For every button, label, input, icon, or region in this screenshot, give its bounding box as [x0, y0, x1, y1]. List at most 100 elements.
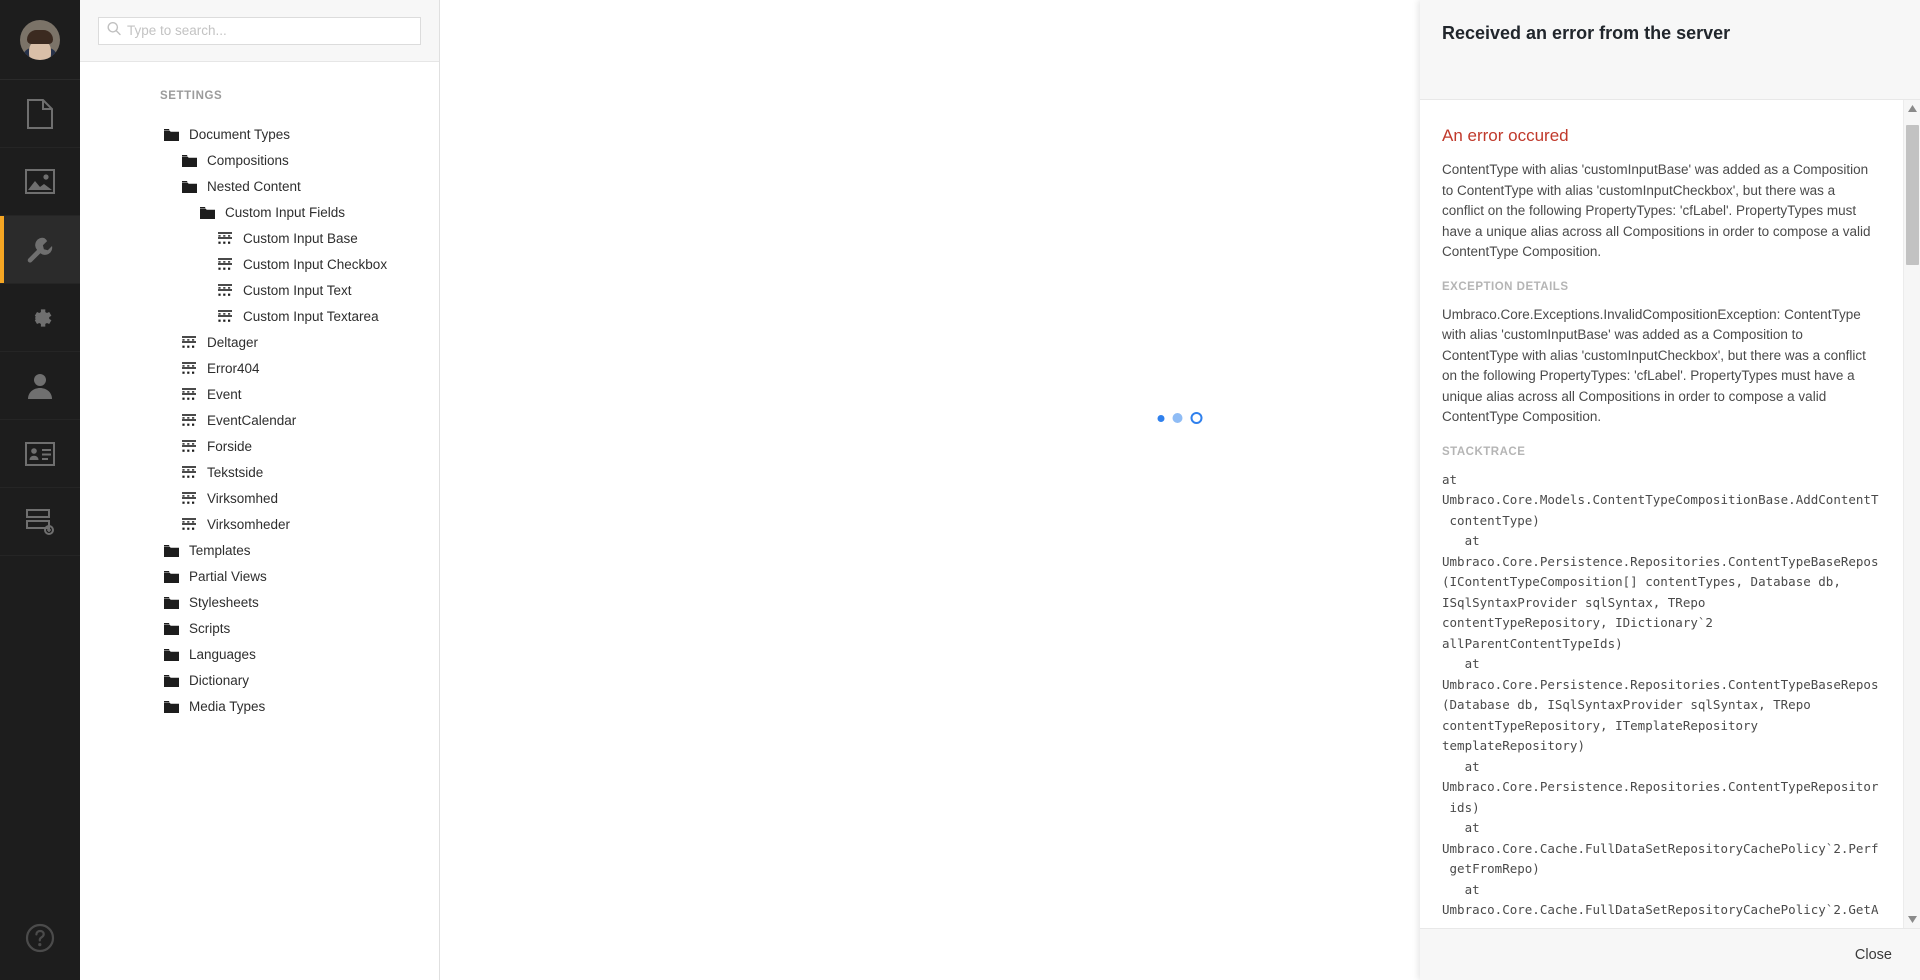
- tree-item[interactable]: Virksomhed: [80, 486, 439, 512]
- folder-icon: [162, 672, 180, 690]
- tree-item[interactable]: Custom Input Checkbox: [80, 252, 439, 278]
- tree-item[interactable]: Stylesheets: [80, 590, 439, 616]
- avatar[interactable]: [20, 19, 60, 60]
- tree-item-label: Partial Views: [189, 569, 267, 585]
- folder-icon: [180, 178, 198, 196]
- sidebar-item-users[interactable]: [0, 352, 80, 420]
- scrollbar-thumb[interactable]: [1905, 125, 1919, 265]
- exception-details-label: EXCEPTION DETAILS: [1442, 280, 1569, 293]
- wrench-icon: [25, 235, 55, 265]
- doctype-icon: [180, 464, 198, 482]
- tree-item-label: Virksomheder: [207, 517, 291, 533]
- help-button[interactable]: [0, 900, 80, 980]
- tree-item-label: Event: [207, 387, 242, 403]
- tree-item[interactable]: Custom Input Base: [80, 226, 439, 252]
- user-icon: [27, 372, 53, 400]
- folder-icon: [162, 646, 180, 664]
- umbraco-backoffice: SETTINGS Document Types Compositions Neste…: [0, 0, 1920, 980]
- doctype-icon: [180, 412, 198, 430]
- tree-item[interactable]: Scripts: [80, 616, 439, 642]
- sidebar-item-media[interactable]: [0, 148, 80, 216]
- stacktrace-text: at Umbraco.Core.Models.ContentTypeCompos…: [1442, 471, 1879, 918]
- scroll-down-arrow-icon[interactable]: [1904, 911, 1920, 928]
- spinner-dot-3: [1190, 412, 1203, 424]
- tree-item[interactable]: Templates: [80, 538, 439, 564]
- folder-icon: [180, 152, 198, 170]
- settings-sidebar: SETTINGS Document Types Compositions Neste…: [80, 0, 440, 980]
- doctype-icon: [216, 230, 234, 248]
- doctype-icon: [216, 282, 234, 300]
- tree-item[interactable]: Partial Views: [80, 564, 439, 590]
- tree-item-label: Templates: [189, 543, 251, 559]
- gear-icon: [26, 304, 54, 332]
- tree-item[interactable]: Dictionary: [80, 668, 439, 694]
- tree-item[interactable]: Deltager: [80, 330, 439, 356]
- tree-item-label: Virksomhed: [207, 491, 279, 507]
- sidebar-item-settings[interactable]: [0, 216, 80, 284]
- sidebar-item-members[interactable]: [0, 420, 80, 488]
- help-icon: [25, 923, 55, 958]
- tree-item[interactable]: Media Types: [80, 694, 439, 720]
- tree-item-label: Dictionary: [189, 673, 250, 689]
- forms-icon: [25, 508, 55, 535]
- dialog-scrollbar[interactable]: [1903, 100, 1920, 928]
- tree-item-label: Scripts: [189, 621, 231, 637]
- error-dialog-footer: Close: [1420, 928, 1920, 980]
- tree-item-label: Compositions: [207, 153, 289, 169]
- search-box[interactable]: [98, 16, 421, 45]
- sidebar-item-developer[interactable]: [0, 284, 80, 352]
- close-button[interactable]: Close: [1851, 941, 1896, 969]
- tree-item-label: EventCalendar: [207, 413, 297, 429]
- tree-item-label: Nested Content: [207, 179, 301, 195]
- image-icon: [25, 169, 55, 194]
- tree-item[interactable]: Document Types: [80, 122, 439, 148]
- folder-icon: [198, 204, 216, 222]
- tree-item[interactable]: EventCalendar: [80, 408, 439, 434]
- tree-item[interactable]: Nested Content: [80, 174, 439, 200]
- folder-icon: [162, 542, 180, 560]
- tree-item[interactable]: Virksomheder: [80, 512, 439, 538]
- avatar-hair: [27, 29, 53, 44]
- tree-item-label: Deltager: [207, 335, 259, 351]
- tree-item-label: Languages: [189, 647, 256, 663]
- tree-item[interactable]: Languages: [80, 642, 439, 668]
- tree-item-label: Custom Input Fields: [225, 205, 346, 221]
- sidebar-item-content[interactable]: [0, 80, 80, 148]
- document-icon: [27, 98, 53, 129]
- doctype-icon: [180, 490, 198, 508]
- spinner-dot-1: [1157, 414, 1165, 422]
- avatar-cell[interactable]: [0, 0, 80, 80]
- tree-item[interactable]: Forside: [80, 434, 439, 460]
- folder-icon: [162, 594, 180, 612]
- tree-item-label: Custom Input Checkbox: [243, 257, 388, 273]
- tree-item-label: Error404: [207, 361, 260, 377]
- error-dialog-body: An error occured ContentType with alias …: [1420, 100, 1920, 928]
- error-dialog: Received an error from the server An err…: [1420, 0, 1920, 980]
- folder-icon: [162, 620, 180, 638]
- tree-item-label: Custom Input Text: [243, 283, 352, 299]
- tree-item[interactable]: Compositions: [80, 148, 439, 174]
- tree-item[interactable]: Event: [80, 382, 439, 408]
- error-dialog-header: Received an error from the server: [1420, 0, 1920, 100]
- search-input[interactable]: [99, 17, 420, 44]
- doctype-icon: [216, 308, 234, 326]
- spinner-dot-2: [1172, 413, 1183, 423]
- rail-spacer: [0, 556, 80, 900]
- error-heading: An error occured: [1442, 126, 1569, 145]
- doctype-icon: [180, 386, 198, 404]
- doctype-icon: [180, 438, 198, 456]
- stacktrace-label: STACKTRACE: [1442, 445, 1526, 458]
- tree-item-label: Forside: [207, 439, 253, 455]
- tree-item[interactable]: Custom Input Fields: [80, 200, 439, 226]
- doctype-icon: [216, 256, 234, 274]
- scroll-up-arrow-icon[interactable]: [1904, 100, 1920, 117]
- tree-item[interactable]: Custom Input Textarea: [80, 304, 439, 330]
- folder-icon: [162, 568, 180, 586]
- tree-item-label: Custom Input Textarea: [243, 309, 379, 325]
- tree-item[interactable]: Tekstside: [80, 460, 439, 486]
- tree-item[interactable]: Custom Input Text: [80, 278, 439, 304]
- tree-item[interactable]: Error404: [80, 356, 439, 382]
- scrollbar-track[interactable]: [1904, 117, 1920, 911]
- sidebar-item-forms[interactable]: [0, 488, 80, 556]
- tree-item-label: Tekstside: [207, 465, 264, 481]
